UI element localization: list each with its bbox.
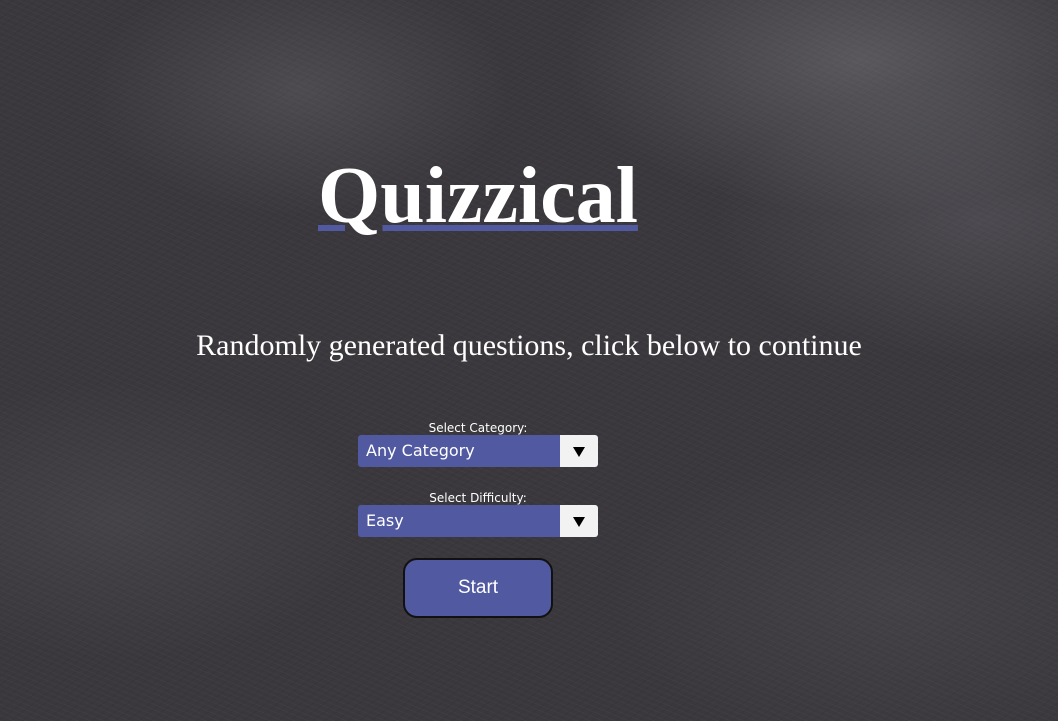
difficulty-field: Select Difficulty: Easy <box>358 491 598 537</box>
difficulty-select-value: Easy <box>366 511 404 530</box>
difficulty-label: Select Difficulty: <box>429 491 527 505</box>
category-dropdown-button[interactable] <box>560 435 598 467</box>
category-select-value: Any Category <box>366 441 475 460</box>
chevron-down-icon <box>573 517 585 527</box>
page-subtitle: Randomly generated questions, click belo… <box>196 329 862 362</box>
category-label: Select Category: <box>428 421 528 435</box>
start-button[interactable]: Start <box>403 558 553 618</box>
difficulty-select[interactable]: Easy <box>358 505 598 537</box>
category-select[interactable]: Any Category <box>358 435 598 467</box>
chevron-down-icon <box>573 447 585 457</box>
page-title: Quizzical <box>318 152 638 240</box>
category-field: Select Category: Any Category <box>358 421 598 467</box>
difficulty-dropdown-button[interactable] <box>560 505 598 537</box>
